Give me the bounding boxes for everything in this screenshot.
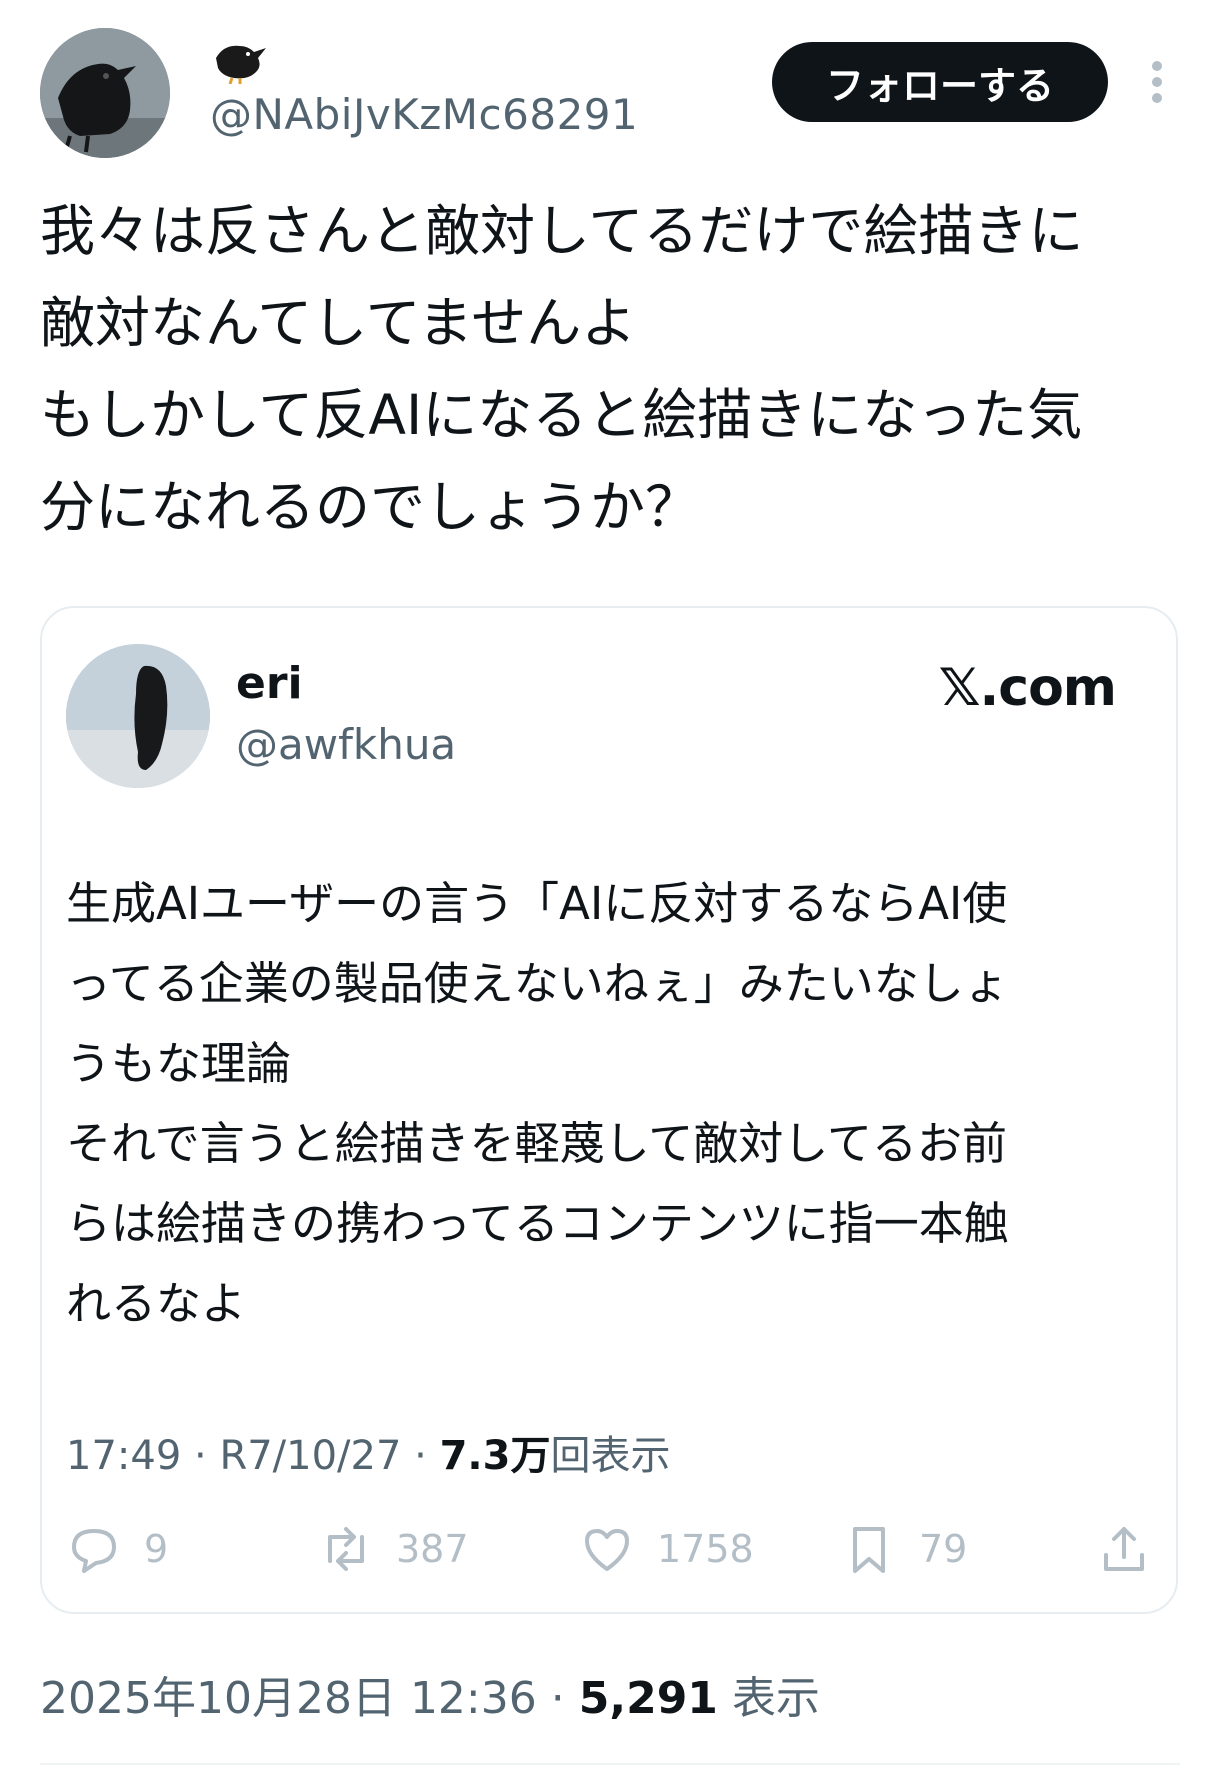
tweet-body-text: 我々は反さんと敵対してるだけで絵描きに 敵対なんてしてませんよ もしかして反AI… [40, 199, 1084, 539]
quoted-tweet-meta: 17:49 · R7/10/27 · 7.3万回表示 [66, 1423, 670, 1481]
tweet-time[interactable]: 2025年10月28日 12:36 [40, 1673, 537, 1724]
like-count: 1758 [657, 1527, 754, 1571]
crow-icon [40, 28, 170, 158]
reply-button[interactable]: 9 [66, 1514, 168, 1584]
heart-icon [585, 1529, 629, 1571]
author-handle[interactable]: @NAbiJvKzMc68291 [210, 90, 638, 139]
quoted-author-name[interactable]: eri [236, 658, 303, 709]
retweet-count: 387 [396, 1527, 469, 1571]
tweet-meta: 2025年10月28日 12:36 · 5,291 表示 [40, 1662, 820, 1726]
tweet-views-count: 5,291 [578, 1673, 718, 1724]
meta-separator: · [194, 1433, 207, 1479]
quoted-views-label: 回表示 [550, 1433, 671, 1479]
source-label: 𝕏.com [938, 658, 1117, 718]
quoted-action-bar: 9 387 1758 79 [66, 1514, 1156, 1584]
quoted-tweet-text: 生成AIユーザーの言う「AIに反対するならAI使 ってる企業の製品使えないねぇ」… [66, 877, 1009, 1330]
share-icon [1104, 1527, 1144, 1571]
quoted-tweet-card[interactable]: eri @awfkhua 𝕏.com 生成AIユーザーの言う「AIに反対するなら… [40, 606, 1178, 1614]
meta-separator: · [550, 1673, 565, 1724]
tweet-views-label: 表示 [731, 1673, 820, 1724]
quoted-views-count: 7.3万 [439, 1433, 551, 1479]
divider [40, 1763, 1180, 1765]
bookmark-icon [853, 1527, 885, 1573]
quoted-time: 17:49 [66, 1433, 182, 1479]
retweet-button[interactable]: 387 [318, 1514, 469, 1584]
quoted-author-avatar[interactable] [66, 644, 210, 788]
black-bird-emoji-icon [210, 36, 270, 85]
like-button[interactable]: 1758 [579, 1514, 754, 1584]
quoted-author-handle[interactable]: @awfkhua [236, 720, 456, 769]
more-vertical-icon[interactable] [1140, 58, 1174, 106]
author-avatar[interactable] [40, 28, 170, 158]
bookmark-button[interactable]: 79 [841, 1514, 967, 1584]
quoted-date: R7/10/27 [219, 1433, 402, 1479]
person-silhouette-icon [66, 644, 210, 788]
tweet-header: @NAbiJvKzMc68291 フォローする [40, 28, 1180, 158]
reply-count: 9 [144, 1527, 169, 1571]
share-button[interactable] [1096, 1514, 1174, 1584]
reply-icon [72, 1529, 116, 1573]
retweet-icon [328, 1527, 364, 1571]
bookmark-count: 79 [919, 1527, 968, 1571]
follow-button[interactable]: フォローする [772, 42, 1108, 122]
meta-separator: · [414, 1433, 427, 1479]
